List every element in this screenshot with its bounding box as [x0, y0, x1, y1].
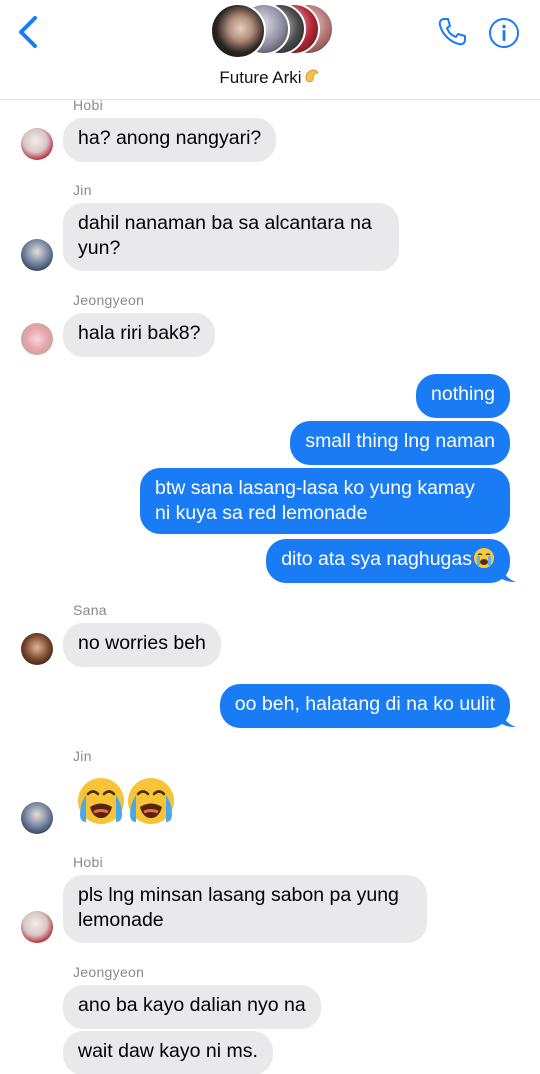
loudly-crying-face-emoji-icon: [128, 778, 174, 824]
message-bubble[interactable]: ha? anong nangyari?: [63, 118, 277, 162]
sender-label: Jeongyeon: [73, 964, 145, 980]
chat-title[interactable]: Future Arki: [0, 67, 540, 88]
message-text: wait daw kayo ni ms.: [78, 1040, 258, 1062]
sender-label: Jin: [73, 748, 92, 764]
message-text: lemonade: [78, 909, 164, 931]
chat-header: Future Arki: [0, 0, 540, 100]
message-bubble[interactable]: no worries beh: [63, 623, 221, 667]
avatar[interactable]: [21, 239, 53, 271]
message-bubble[interactable]: btw sana lasang-lasa ko yung kamay ni kuy…: [140, 468, 510, 534]
chat-title-text: Future Arki: [219, 68, 302, 87]
message-bubble[interactable]: ano ba kayo dalian nyo na: [63, 985, 321, 1029]
sender-label: Hobi: [73, 854, 103, 870]
message-text: oo beh, halatang di na ko uulit: [234, 693, 495, 715]
message-text: ni kuya sa red lemonade: [155, 502, 368, 524]
message-text: nothing: [431, 383, 495, 405]
message-text: small thing lng naman: [305, 430, 495, 452]
bubble-tail: [500, 710, 516, 727]
message-text: ha? anong nangyari?: [78, 127, 262, 149]
message-bubble[interactable]: hala riri bak8?: [63, 313, 216, 357]
sender-label: Sana: [73, 602, 107, 618]
avatar[interactable]: [21, 323, 53, 355]
message-text: ano ba kayo dalian nyo na: [78, 994, 306, 1016]
avatar[interactable]: [21, 802, 53, 834]
info-icon[interactable]: [488, 17, 520, 49]
message-bubble[interactable]: nothing: [416, 374, 510, 418]
pinching-hand-emoji-icon: [305, 69, 319, 83]
message-bubble[interactable]: oo beh, halatang di na ko uulit: [219, 684, 510, 728]
group-avatar-stack[interactable]: [210, 3, 334, 59]
phone-icon[interactable]: [436, 16, 468, 48]
message-text: dito ata sya naghugas: [281, 548, 472, 570]
message-text: dahil nanaman ba sa alcantara na: [78, 212, 372, 234]
crying-face-emoji-icon: [474, 548, 494, 568]
message-bubble[interactable]: wait daw kayo ni ms.: [63, 1031, 273, 1074]
message-bubble[interactable]: pls lng minsan lasang sabon pa yung lemon…: [63, 875, 427, 943]
avatar[interactable]: [21, 911, 53, 943]
message-bubble[interactable]: dito ata sya naghugas: [266, 539, 510, 583]
message-bubble[interactable]: small thing lng naman: [290, 421, 510, 465]
member-avatar: [210, 3, 266, 59]
sender-label: Jeongyeon: [73, 292, 145, 308]
message-bubble[interactable]: dahil nanaman ba sa alcantara na yun?: [63, 203, 399, 271]
message-text: btw sana lasang-lasa ko yung kamay: [155, 477, 475, 499]
sender-label: Jin: [73, 182, 92, 198]
avatar[interactable]: [21, 128, 53, 160]
message-text: yun?: [78, 237, 121, 259]
message-text: hala riri bak8?: [78, 322, 201, 344]
avatar[interactable]: [21, 633, 53, 665]
bubble-tail: [500, 565, 516, 582]
loudly-crying-face-emoji-icon: [78, 778, 124, 824]
message-text: no worries beh: [78, 632, 206, 654]
emoji-message[interactable]: [76, 776, 176, 828]
chevron-left-icon[interactable]: [14, 14, 44, 50]
message-text: pls lng minsan lasang sabon pa yung: [78, 884, 399, 906]
